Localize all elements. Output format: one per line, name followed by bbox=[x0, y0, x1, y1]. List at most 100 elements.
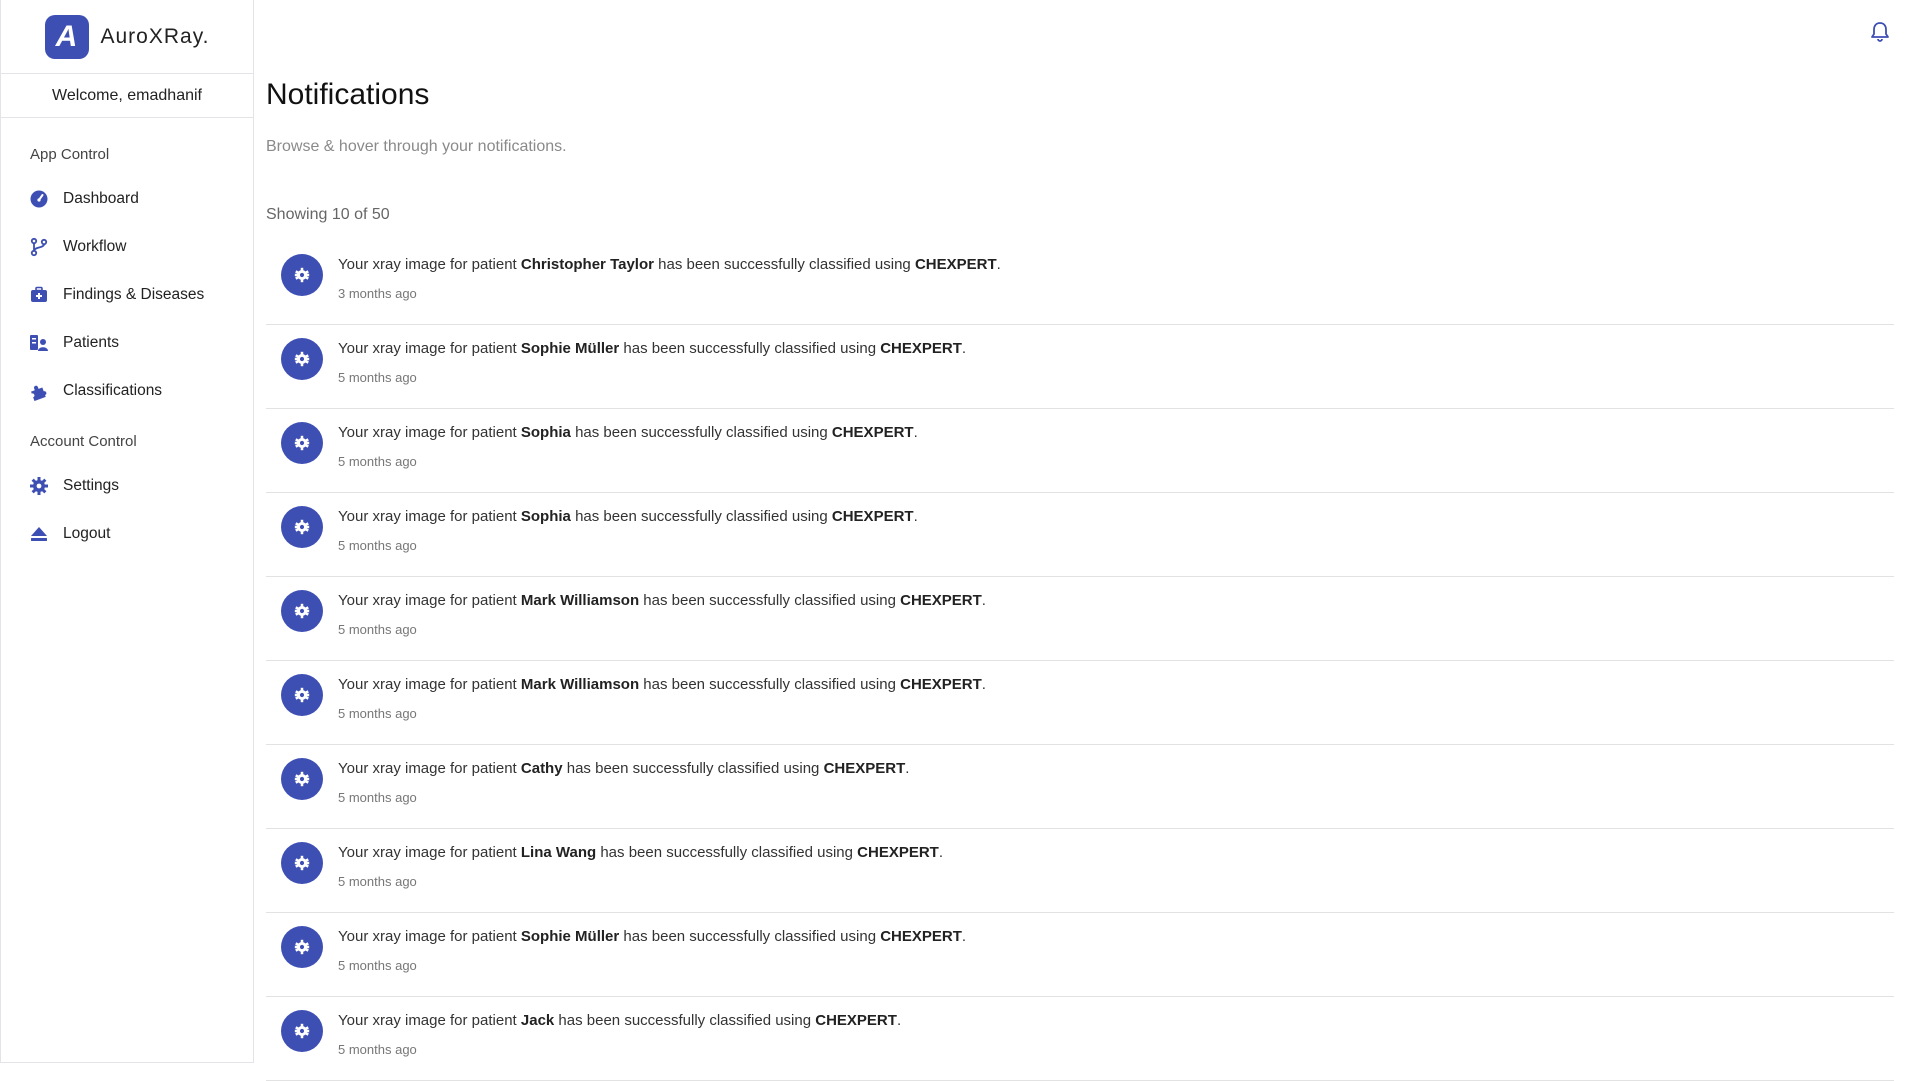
notification-item[interactable]: Your xray image for patient Cathy has be… bbox=[266, 745, 1894, 829]
notification-item[interactable]: Your xray image for patient Sophie Mülle… bbox=[266, 325, 1894, 409]
notification-text: Your xray image for patient Lina Wang ha… bbox=[338, 844, 943, 861]
notification-suffix: . bbox=[996, 256, 1001, 273]
notification-item[interactable]: Your xray image for patient Sophia has b… bbox=[266, 409, 1894, 493]
notification-time: 5 months ago bbox=[338, 874, 417, 889]
notification-middle: has been successfully classified using bbox=[596, 844, 858, 861]
notification-middle: has been successfully classified using bbox=[619, 340, 881, 357]
sidebar-item-settings[interactable]: Settings bbox=[1, 462, 253, 510]
notification-suffix: . bbox=[913, 424, 918, 441]
notification-prefix: Your xray image for patient bbox=[338, 424, 521, 441]
notification-model: CHEXPERT bbox=[831, 424, 914, 441]
gear-icon bbox=[281, 842, 323, 884]
showing-count: Showing 10 of 50 bbox=[266, 206, 390, 223]
notification-model: CHEXPERT bbox=[914, 256, 997, 273]
notification-model: CHEXPERT bbox=[823, 760, 906, 777]
notification-body: Your xray image for patient Jack has bee… bbox=[338, 1012, 901, 1057]
notification-middle: has been successfully classified using bbox=[619, 928, 881, 945]
notification-patient: Mark Williamson bbox=[520, 676, 640, 693]
gear-icon bbox=[281, 338, 323, 380]
sidebar-item-logout[interactable]: Logout bbox=[1, 510, 253, 558]
sidebar-item-workflow[interactable]: Workflow bbox=[1, 223, 253, 271]
notification-middle: has been successfully classified using bbox=[570, 424, 832, 441]
notification-body: Your xray image for patient Sophie Mülle… bbox=[338, 928, 966, 973]
notification-item[interactable]: Your xray image for patient Sophia has b… bbox=[266, 493, 1894, 577]
notification-suffix: . bbox=[913, 508, 918, 525]
notification-time: 5 months ago bbox=[338, 454, 417, 469]
notification-prefix: Your xray image for patient bbox=[338, 1012, 521, 1029]
page-title: Notifications bbox=[266, 78, 430, 111]
notification-model: CHEXPERT bbox=[815, 1012, 897, 1029]
notification-item[interactable]: Your xray image for patient Lina Wang ha… bbox=[266, 829, 1894, 913]
notification-patient: Sophia bbox=[520, 508, 571, 525]
notification-suffix: . bbox=[961, 340, 967, 357]
gear-icon bbox=[281, 926, 323, 968]
notification-time: 5 months ago bbox=[338, 538, 417, 553]
notification-time: 5 months ago bbox=[338, 790, 417, 805]
notification-body: Your xray image for patient Cathy has be… bbox=[338, 760, 909, 805]
medkit-icon bbox=[29, 285, 49, 305]
sidebar-item-label: Patients bbox=[63, 334, 120, 351]
sidebar-item-findings-diseases[interactable]: Findings & Diseases bbox=[1, 271, 253, 319]
notification-text: Your xray image for patient Christopher … bbox=[338, 256, 1001, 273]
notification-prefix: Your xray image for patient bbox=[338, 508, 521, 525]
eject-icon bbox=[29, 524, 49, 544]
sidebar-item-classifications[interactable]: Classifications bbox=[1, 367, 253, 415]
notification-suffix: . bbox=[938, 844, 944, 861]
notification-body: Your xray image for patient Mark William… bbox=[338, 676, 986, 721]
notifications-list: Your xray image for patient Christopher … bbox=[266, 241, 1894, 1081]
notification-text: Your xray image for patient Mark William… bbox=[338, 592, 986, 609]
notification-prefix: Your xray image for patient bbox=[338, 844, 521, 861]
brand-logo-icon: A bbox=[44, 14, 89, 59]
notification-patient: Christopher Taylor bbox=[520, 256, 654, 273]
gear-icon bbox=[281, 590, 323, 632]
notification-patient: Lina Wang bbox=[520, 844, 597, 861]
notification-item[interactable]: Your xray image for patient Mark William… bbox=[266, 577, 1894, 661]
notification-model: CHEXPERT bbox=[857, 844, 939, 861]
sidebar-item-dashboard[interactable]: Dashboard bbox=[1, 175, 253, 223]
brand[interactable]: A AuroXRay. bbox=[1, 0, 253, 74]
gear-icon bbox=[281, 1010, 323, 1052]
notification-time: 3 months ago bbox=[338, 286, 417, 301]
gear-icon bbox=[281, 674, 323, 716]
notification-body: Your xray image for patient Sophie Mülle… bbox=[338, 340, 966, 385]
notification-suffix: . bbox=[981, 676, 986, 693]
notification-middle: has been successfully classified using bbox=[562, 760, 824, 777]
sidebar-item-label: Classifications bbox=[63, 382, 163, 399]
gear-icon bbox=[281, 758, 323, 800]
notification-middle: has been successfully classified using bbox=[653, 256, 915, 273]
notification-suffix: . bbox=[961, 928, 967, 945]
sidebar-item-label: Findings & Diseases bbox=[63, 286, 205, 303]
notification-model: CHEXPERT bbox=[880, 928, 962, 945]
sidebar-item-label: Workflow bbox=[63, 238, 127, 255]
notification-text: Your xray image for patient Sophia has b… bbox=[338, 508, 918, 525]
notification-patient: Cathy bbox=[520, 760, 563, 777]
notification-text: Your xray image for patient Cathy has be… bbox=[338, 760, 909, 777]
branch-icon bbox=[29, 237, 49, 257]
notification-time: 5 months ago bbox=[338, 370, 417, 385]
gear-icon bbox=[281, 506, 323, 548]
section-label-account-control: Account Control bbox=[30, 433, 137, 450]
notification-model: CHEXPERT bbox=[880, 340, 962, 357]
notification-prefix: Your xray image for patient bbox=[338, 592, 521, 609]
notification-item[interactable]: Your xray image for patient Mark William… bbox=[266, 661, 1894, 745]
notification-item[interactable]: Your xray image for patient Jack has bee… bbox=[266, 997, 1894, 1081]
bell-icon[interactable] bbox=[1868, 20, 1892, 44]
notification-middle: has been successfully classified using bbox=[554, 1012, 816, 1029]
notification-model: CHEXPERT bbox=[900, 676, 982, 693]
notification-prefix: Your xray image for patient bbox=[338, 928, 521, 945]
notification-time: 5 months ago bbox=[338, 622, 417, 637]
gear-icon bbox=[281, 254, 323, 296]
notification-text: Your xray image for patient Mark William… bbox=[338, 676, 986, 693]
notification-middle: has been successfully classified using bbox=[639, 676, 901, 693]
notification-patient: Jack bbox=[520, 1012, 555, 1029]
notification-item[interactable]: Your xray image for patient Sophie Mülle… bbox=[266, 913, 1894, 997]
notification-body: Your xray image for patient Sophia has b… bbox=[338, 508, 918, 553]
notification-text: Your xray image for patient Sophie Mülle… bbox=[338, 340, 966, 357]
notification-time: 5 months ago bbox=[338, 1042, 417, 1057]
sidebar: A AuroXRay. Welcome, emadhanif App Contr… bbox=[0, 0, 254, 1063]
notification-prefix: Your xray image for patient bbox=[338, 256, 521, 273]
notification-item[interactable]: Your xray image for patient Christopher … bbox=[266, 241, 1894, 325]
notification-middle: has been successfully classified using bbox=[570, 508, 832, 525]
notification-text: Your xray image for patient Sophia has b… bbox=[338, 424, 918, 441]
sidebar-item-patients[interactable]: Patients bbox=[1, 319, 253, 367]
